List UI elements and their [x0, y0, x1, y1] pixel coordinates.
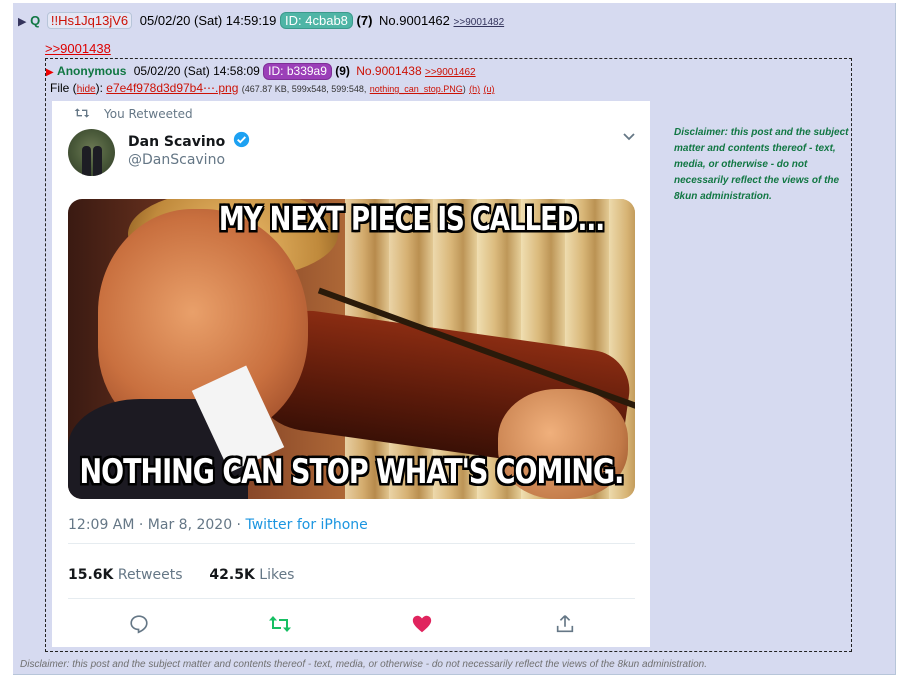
share-icon[interactable]	[554, 613, 576, 639]
retweets-count: 15.6K	[68, 567, 114, 583]
tweet-display-name[interactable]: Dan Scavino	[128, 131, 250, 152]
file-h-link[interactable]: (h)	[469, 84, 480, 94]
file-metadata-close: )	[462, 84, 466, 94]
quoted-post-date: 05/02/20 (Sat) 14:58:09	[133, 64, 260, 78]
meme-top-caption: MY NEXT PIECE IS CALLED...	[218, 201, 605, 239]
tweet-source-link[interactable]: Twitter for iPhone	[245, 517, 367, 533]
reply-count: (7)	[356, 13, 373, 28]
file-label: File	[50, 81, 70, 95]
quoted-post-header: ▶ Anonymous 05/02/20 (Sat) 14:58:09 ID: …	[46, 63, 476, 80]
retweet-context: You Retweeted	[74, 107, 193, 121]
tweet-actions	[68, 613, 635, 637]
chevron-down-icon[interactable]	[622, 131, 636, 146]
display-name-text: Dan Scavino	[128, 134, 226, 150]
poster-id-badge[interactable]: ID: 4cbab8	[280, 12, 353, 29]
post-number-link[interactable]: No.9001462	[379, 13, 450, 28]
retweet-label: You Retweeted	[104, 107, 193, 121]
meme-bottom-caption: NOTHING CAN STOP WHAT'S COMING.	[79, 453, 625, 492]
meme-image[interactable]: MY NEXT PIECE IS CALLED... NOTHING CAN S…	[68, 199, 635, 499]
retweets-label[interactable]: Retweets	[118, 567, 183, 583]
tweet-handle[interactable]: @DanScavino	[128, 152, 225, 168]
post-date: 05/02/20 (Sat) 14:59:19	[139, 13, 277, 28]
quoted-poster-name: Anonymous	[57, 64, 127, 78]
tripcode: !!Hs1Jq13jV6	[46, 12, 133, 29]
tweet-stats: 15.6K Retweets 42.5K Likes	[68, 567, 294, 583]
likes-label[interactable]: Likes	[259, 567, 294, 583]
file-metadata: (467.87 KB, 599x548, 599:548,	[241, 84, 367, 94]
original-filename-link[interactable]: nothing_can_stop.PNG	[370, 84, 463, 94]
quoted-reply-count: (9)	[335, 64, 350, 78]
tweet-timestamp: 12:09 AM · Mar 8, 2020 · Twitter for iPh…	[68, 517, 368, 533]
backlink[interactable]: >>9001482	[454, 17, 505, 28]
post-container: ▶ Q !!Hs1Jq13jV6 05/02/20 (Sat) 14:59:19…	[13, 3, 896, 675]
tweet-time-text: 12:09 AM · Mar 8, 2020 ·	[68, 517, 246, 533]
inline-quoted-post: ▶ Anonymous 05/02/20 (Sat) 14:58:09 ID: …	[45, 58, 852, 652]
likes-count: 42.5K	[209, 567, 255, 583]
post-header: ▶ Q !!Hs1Jq13jV6 05/02/20 (Sat) 14:59:19…	[18, 12, 504, 29]
retweet-icon[interactable]	[268, 613, 292, 639]
divider	[68, 543, 635, 544]
file-name-link[interactable]: e7e4f978d3d97b4⋯.png	[106, 81, 238, 95]
reply-icon[interactable]	[128, 613, 150, 639]
quoted-poster-id-badge[interactable]: ID: b339a9	[263, 63, 332, 80]
retweet-icon	[74, 106, 90, 123]
hide-file-link[interactable]: hide	[77, 84, 96, 95]
side-disclaimer: Disclaimer: this post and the subject ma…	[674, 127, 849, 202]
quoted-post-number-link[interactable]: No.9001438	[356, 64, 421, 78]
quote-link[interactable]: >>9001438	[45, 41, 111, 56]
collapse-triangle-icon[interactable]: ▶	[46, 67, 54, 78]
embedded-tweet-image[interactable]: You Retweeted Dan Scavino @DanScavino MY…	[52, 101, 650, 647]
quoted-backlink[interactable]: >>9001462	[425, 67, 476, 78]
expand-triangle-icon[interactable]: ▶	[18, 16, 26, 28]
file-info: File (hide): e7e4f978d3d97b4⋯.png (467.8…	[50, 81, 495, 95]
file-u-link[interactable]: (u)	[483, 84, 494, 94]
divider	[68, 598, 635, 599]
avatar[interactable]	[68, 129, 115, 176]
poster-name: Q	[30, 13, 41, 28]
verified-badge-icon	[233, 131, 250, 152]
bottom-disclaimer: Disclaimer: this post and the subject ma…	[20, 659, 707, 670]
like-icon[interactable]	[411, 613, 433, 639]
